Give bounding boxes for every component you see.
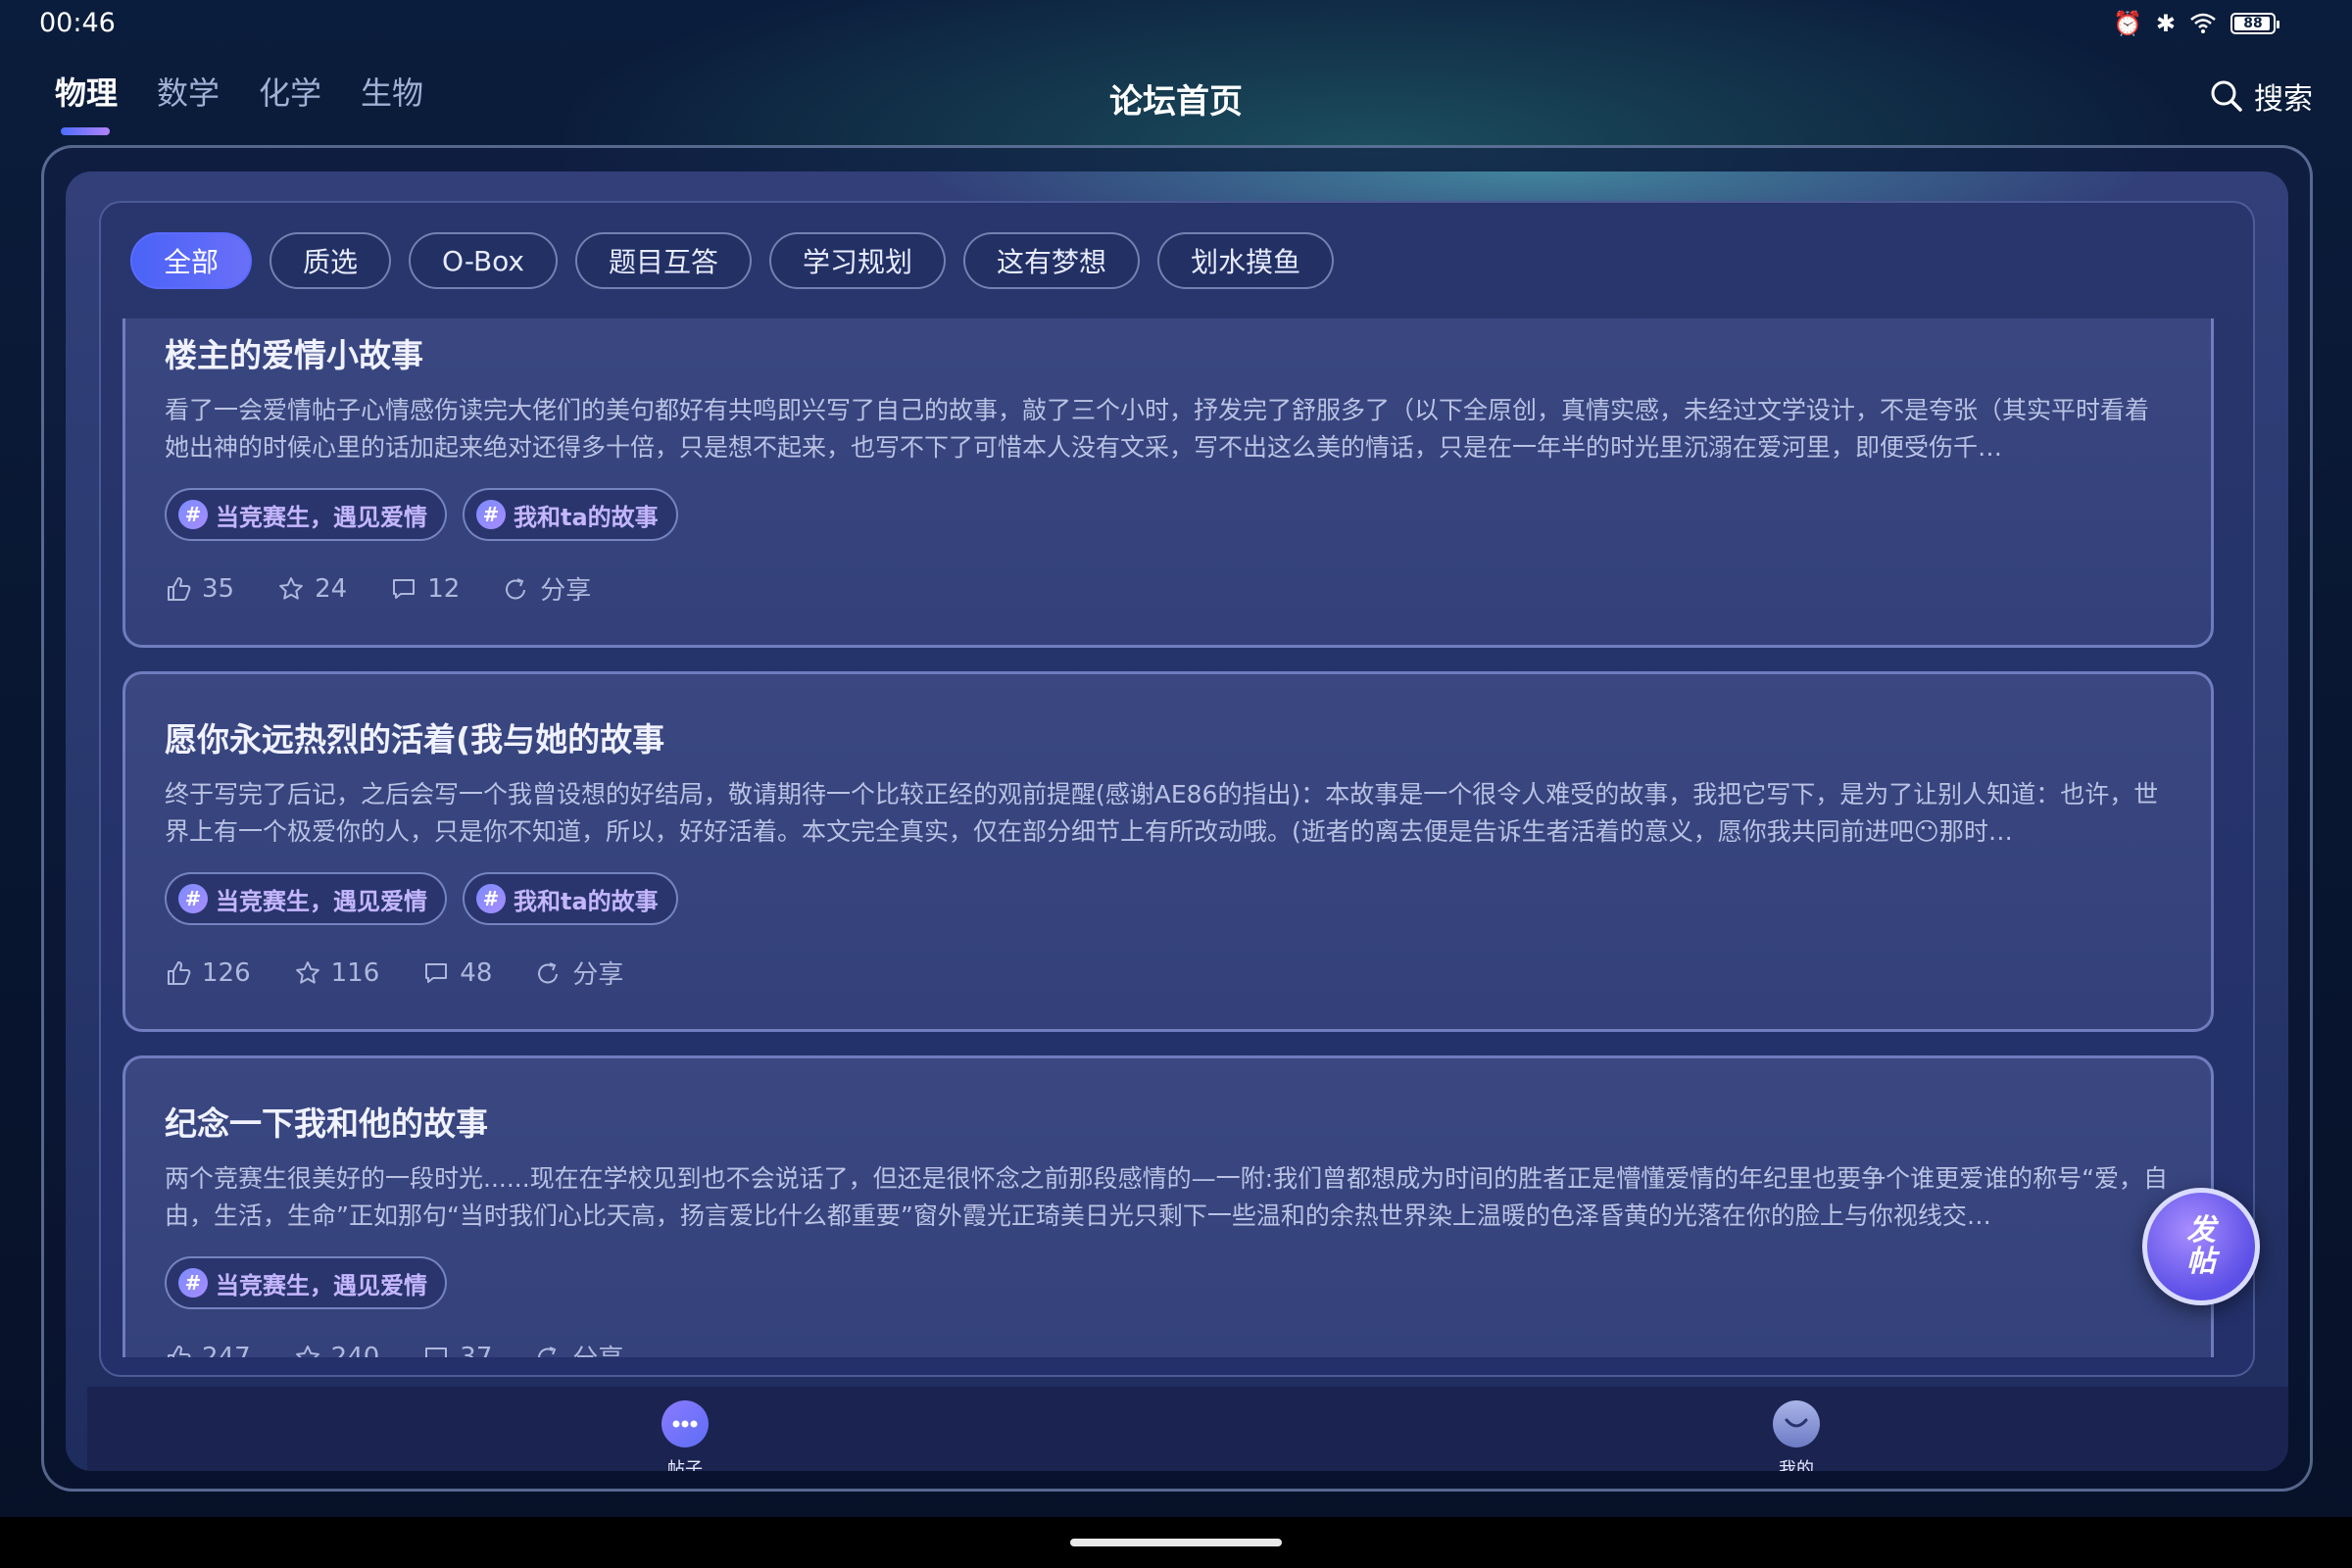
category-all[interactable]: 全部 [130, 232, 253, 289]
post-card[interactable]: 楼主的爱情小故事 看了一会爱情帖子心情感伤读完大佬们的美句都好有共鸣即兴写了自己… [122, 318, 2214, 648]
hashtag-icon: # [476, 500, 506, 529]
forum-container: 全部 质选 O-Box 题目互答 学习规划 这有梦想 划水摸鱼 楼主的爱情小故事… [66, 172, 2288, 1471]
category-qa[interactable]: 题目互答 [575, 232, 753, 289]
star-icon [295, 1345, 319, 1357]
share-icon [538, 961, 559, 983]
tab-physics[interactable]: 物理 [55, 69, 118, 135]
user-icon [1773, 1400, 1820, 1447]
topic-tag[interactable]: # 我和ta的故事 [463, 488, 678, 541]
tag-row: # 当竞赛生，遇见爱情 # 我和ta的故事 [165, 488, 2172, 541]
like-button[interactable]: 247 [165, 1339, 251, 1357]
chat-bubble-icon [662, 1400, 709, 1447]
battery-level: 88 [2243, 16, 2263, 31]
new-post-label: 发帖 [2186, 1213, 2216, 1279]
post-stats: 247 240 37 分享 [165, 1339, 2172, 1357]
share-icon [506, 577, 526, 599]
category-bar: 全部 质选 O-Box 题目互答 学习规划 这有梦想 划水摸鱼 [130, 232, 1335, 289]
main-frame: 全部 质选 O-Box 题目互答 学习规划 这有梦想 划水摸鱼 楼主的爱情小故事… [41, 145, 2313, 1492]
star-icon [295, 960, 319, 984]
hashtag-icon: # [476, 884, 506, 913]
topic-tag[interactable]: # 当竞赛生，遇见爱情 [165, 488, 447, 541]
post-excerpt: 终于写完了后记，之后会写一个我曾设想的好结局，敬请期待一个比较正经的观前提醒(感… [165, 780, 2159, 846]
post-excerpt: 看了一会爱情帖子心情感伤读完大佬们的美句都好有共鸣即兴写了自己的故事，敲了三个小… [165, 396, 2150, 462]
bluetooth-icon: ✱ [2155, 10, 2176, 37]
category-dreams[interactable]: 这有梦想 [963, 232, 1141, 289]
comment-icon [393, 578, 416, 599]
post-title[interactable]: 纪念一下我和他的故事 [165, 1098, 2172, 1145]
tab-math[interactable]: 数学 [157, 69, 220, 114]
share-button[interactable]: 分享 [503, 570, 591, 607]
new-post-button[interactable]: 发帖 [2142, 1188, 2260, 1305]
thumbs-up-icon [168, 1345, 191, 1357]
post-list: 楼主的爱情小故事 看了一会爱情帖子心情感伤读完大佬们的美句都好有共鸣即兴写了自己… [101, 318, 2257, 1357]
share-icon [538, 1346, 557, 1357]
comment-button[interactable]: 48 [422, 955, 492, 991]
tab-biology[interactable]: 生物 [361, 69, 423, 114]
category-chill[interactable]: 划水摸鱼 [1157, 232, 1335, 289]
comment-icon [425, 962, 448, 983]
search-label: 搜索 [2254, 82, 2313, 117]
tag-row: # 当竞赛生，遇见爱情 # 我和ta的故事 [165, 872, 2172, 925]
battery-icon: 88 [2230, 13, 2279, 34]
topic-tag[interactable]: # 当竞赛生，遇见爱情 [165, 1256, 447, 1309]
post-card[interactable]: 纪念一下我和他的故事 两个竞赛生很美好的一段时光......现在在学校见到也不会… [122, 1055, 2214, 1357]
post-title[interactable]: 楼主的爱情小故事 [165, 329, 2172, 376]
category-obox[interactable]: O-Box [409, 232, 559, 289]
search-icon [2211, 80, 2242, 112]
category-study-plan[interactable]: 学习规划 [769, 232, 947, 289]
topic-tag[interactable]: # 我和ta的故事 [463, 872, 678, 925]
tag-row: # 当竞赛生，遇见爱情 [165, 1256, 2172, 1309]
star-icon [279, 576, 303, 600]
favorite-button[interactable]: 24 [277, 570, 347, 607]
subject-tabs: 物理 数学 化学 生物 [55, 69, 423, 135]
active-tab-indicator [61, 127, 110, 135]
favorite-button[interactable]: 116 [294, 955, 379, 991]
share-button[interactable]: 分享 [535, 955, 623, 991]
hashtag-icon: # [178, 1268, 208, 1298]
thumbs-up-icon [168, 576, 191, 601]
category-featured[interactable]: 质选 [270, 232, 392, 289]
post-stats: 126 116 48 分享 [165, 955, 2172, 991]
like-button[interactable]: 35 [165, 570, 234, 607]
hashtag-icon: # [178, 500, 208, 529]
status-time: 00:46 [39, 8, 116, 38]
topic-tag[interactable]: # 当竞赛生，遇见爱情 [165, 872, 447, 925]
bottom-nav: 帖子 我的 [87, 1387, 2288, 1471]
nav-profile-label: 我的 [1779, 1459, 1814, 1471]
comment-button[interactable]: 37 [422, 1339, 492, 1357]
content-panel: 全部 质选 O-Box 题目互答 学习规划 这有梦想 划水摸鱼 楼主的爱情小故事… [99, 201, 2255, 1377]
comment-button[interactable]: 12 [390, 570, 460, 607]
favorite-button[interactable]: 240 [294, 1339, 379, 1357]
search-button[interactable]: 搜索 [2209, 74, 2313, 118]
share-button[interactable]: 分享 [535, 1339, 623, 1357]
home-indicator[interactable] [1070, 1539, 1282, 1546]
nav-posts[interactable]: 帖子 [626, 1400, 744, 1471]
alarm-icon: ⏰ [2113, 10, 2142, 37]
post-excerpt: 两个竞赛生很美好的一段时光......现在在学校见到也不会说话了，但还是很怀念之… [165, 1164, 2169, 1230]
status-bar: 00:46 ⏰ ✱ 88 [0, 0, 2352, 49]
status-icons: ⏰ ✱ 88 [2113, 10, 2279, 37]
post-stats: 35 24 12 分享 [165, 570, 2172, 607]
comment-icon [425, 1347, 448, 1357]
post-title[interactable]: 愿你永远热烈的活着(我与她的故事 [165, 713, 2172, 760]
tab-chemistry[interactable]: 化学 [259, 69, 321, 114]
like-button[interactable]: 126 [165, 955, 251, 991]
nav-profile[interactable]: 我的 [1738, 1400, 1855, 1471]
hashtag-icon: # [178, 884, 208, 913]
wifi-icon [2190, 13, 2216, 33]
post-card[interactable]: 愿你永远热烈的活着(我与她的故事 终于写完了后记，之后会写一个我曾设想的好结局，… [122, 671, 2214, 1032]
nav-posts-label: 帖子 [667, 1459, 703, 1471]
thumbs-up-icon [168, 960, 191, 985]
